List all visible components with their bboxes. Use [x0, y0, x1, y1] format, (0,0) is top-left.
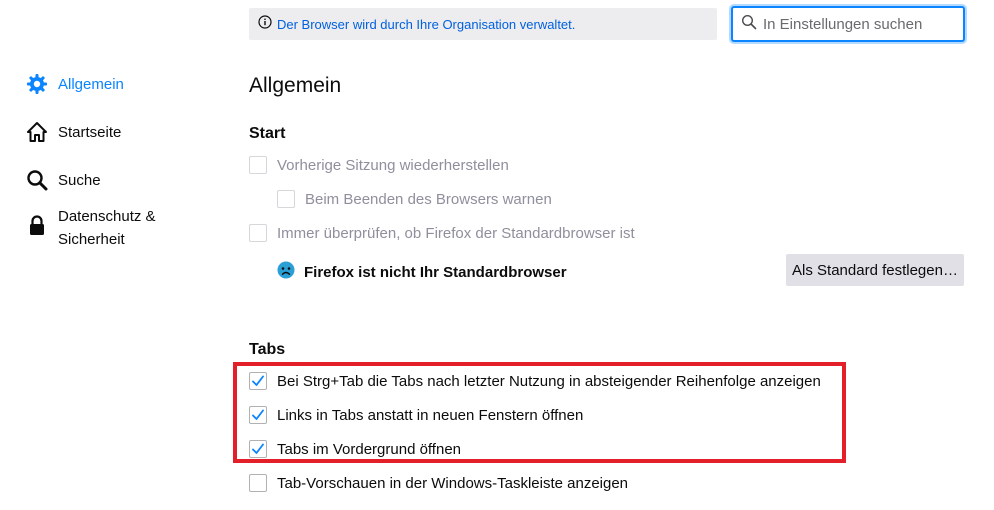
default-browser-status: Firefox ist nicht Ihr Standardbrowser	[277, 261, 567, 283]
checkmark-icon	[252, 375, 264, 386]
page-title: Allgemein	[249, 74, 342, 97]
warn-on-quit-option: Beim Beenden des Browsers warnen	[277, 190, 552, 208]
tabs-foreground-checkbox[interactable]	[249, 440, 267, 458]
sidebar-item-suche[interactable]: Suche	[26, 169, 101, 192]
settings-search-box[interactable]	[732, 7, 964, 41]
search-icon	[26, 169, 48, 191]
checkmark-icon	[252, 443, 264, 454]
ctrl-tab-option: Bei Strg+Tab die Tabs nach letzter Nutzu…	[249, 372, 821, 390]
links-in-tabs-label: Links in Tabs anstatt in neuen Fenstern …	[277, 406, 584, 424]
tabs-section-heading: Tabs	[249, 341, 286, 358]
sidebar-item-label-line1: Datenschutz &	[58, 208, 156, 225]
restore-session-checkbox[interactable]	[249, 156, 267, 174]
lock-icon	[26, 214, 48, 236]
sidebar-item-startseite[interactable]: Startseite	[26, 121, 121, 144]
taskbar-preview-checkbox[interactable]	[249, 474, 267, 492]
tabs-foreground-option: Tabs im Vordergrund öffnen	[249, 440, 461, 458]
checkmark-icon	[252, 409, 264, 420]
start-section-heading: Start	[249, 125, 286, 142]
taskbar-preview-option: Tab-Vorschauen in der Windows-Taskleiste…	[249, 474, 628, 492]
settings-search-input[interactable]	[763, 15, 953, 33]
always-check-default-label: Immer überprüfen, ob Firefox der Standar…	[277, 224, 635, 242]
taskbar-preview-label: Tab-Vorschauen in der Windows-Taskleiste…	[277, 474, 629, 492]
search-icon	[741, 14, 757, 34]
sidebar-item-label-line2: Sicherheit	[58, 231, 125, 248]
ctrl-tab-label: Bei Strg+Tab die Tabs nach letzter Nutzu…	[277, 372, 821, 390]
restore-session-option: Vorherige Sitzung wiederherstellen	[249, 156, 509, 174]
managed-banner-link[interactable]: Der Browser wird durch Ihre Organisation…	[277, 17, 575, 32]
sidebar-item-label: Startseite	[58, 124, 122, 141]
sidebar-item-label: Datenschutz & Sicherheit	[58, 205, 156, 251]
sidebar-item-label: Suche	[58, 172, 101, 189]
sidebar-item-label: Allgemein	[58, 76, 124, 93]
links-in-tabs-option: Links in Tabs anstatt in neuen Fenstern …	[249, 406, 583, 424]
set-default-browser-button[interactable]: Als Standard festlegen…	[786, 254, 964, 286]
not-default-browser-text: Firefox ist nicht Ihr Standardbrowser	[304, 263, 567, 281]
warn-on-quit-label: Beim Beenden des Browsers warnen	[305, 190, 552, 208]
gear-icon	[26, 73, 48, 95]
info-icon	[258, 15, 272, 33]
always-check-default-checkbox[interactable]	[249, 224, 267, 242]
managed-by-organization-banner: Der Browser wird durch Ihre Organisation…	[249, 8, 717, 40]
ctrl-tab-checkbox[interactable]	[249, 372, 267, 390]
warn-on-quit-checkbox[interactable]	[277, 190, 295, 208]
sidebar-item-allgemein[interactable]: Allgemein	[26, 73, 124, 96]
sidebar-item-datenschutz[interactable]: Datenschutz & Sicherheit	[26, 205, 156, 251]
sad-face-icon	[277, 261, 295, 283]
home-icon	[26, 121, 48, 143]
links-in-tabs-checkbox[interactable]	[249, 406, 267, 424]
restore-session-label: Vorherige Sitzung wiederherstellen	[277, 156, 509, 174]
always-check-default-option: Immer überprüfen, ob Firefox der Standar…	[249, 224, 635, 242]
tabs-foreground-label: Tabs im Vordergrund öffnen	[277, 440, 462, 458]
